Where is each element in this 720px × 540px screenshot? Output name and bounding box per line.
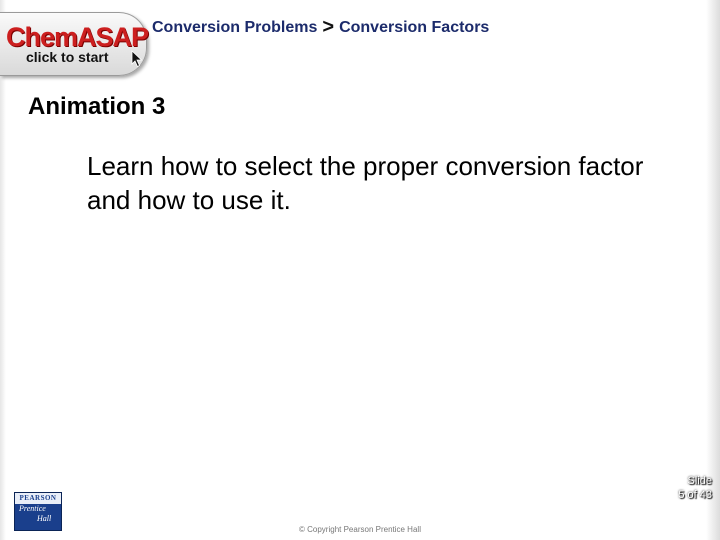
slide-body-text: Learn how to select the proper conversio… xyxy=(87,151,644,215)
slide-counter-label: Slide xyxy=(687,475,712,487)
slide-counter: Slide 5 of 43 xyxy=(652,474,712,502)
pearson-wordmark: PEARSON xyxy=(15,493,61,504)
slide-title: Animation 3 xyxy=(28,93,166,120)
pointer-cursor-icon xyxy=(131,50,143,68)
right-edge-shade xyxy=(706,0,720,540)
breadcrumb-topic: Conversion Factors xyxy=(339,19,490,36)
prentice-wordmark: Prentice xyxy=(19,504,46,513)
chemasap-launch-button[interactable]: ChemASAP click to start xyxy=(0,12,149,76)
breadcrumb-section: Conversion Problems xyxy=(152,19,318,36)
copyright-notice: © Copyright Pearson Prentice Hall xyxy=(299,525,421,534)
left-edge-shade xyxy=(0,0,6,540)
breadcrumb-separator: > xyxy=(322,16,335,38)
hall-wordmark: Hall xyxy=(37,514,52,523)
slide-counter-position: 5 of 43 xyxy=(678,489,712,501)
click-to-start-label: click to start xyxy=(26,49,109,65)
breadcrumb: Conversion Problems > Conversion Factors xyxy=(152,16,489,39)
